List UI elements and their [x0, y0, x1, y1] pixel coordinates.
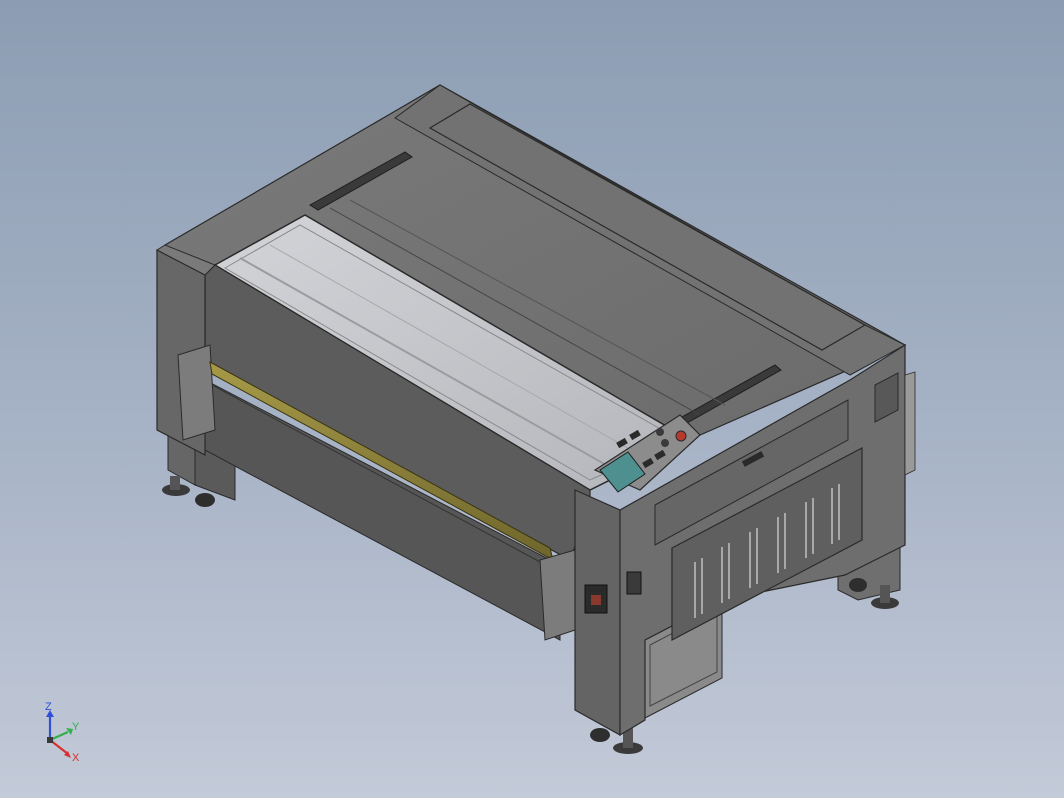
emergency-stop-button[interactable]	[675, 430, 687, 442]
coordinate-triad: Z Y X	[45, 701, 80, 764]
left-roller-bracket	[177, 344, 216, 441]
cad-viewport[interactable]: Z Y X	[0, 0, 1064, 798]
switch-panel[interactable]	[626, 571, 642, 595]
machine-model[interactable]	[0, 0, 1064, 798]
x-axis-label: X	[72, 752, 80, 764]
right-roller-bracket	[539, 549, 576, 641]
y-axis-label: Y	[72, 721, 80, 733]
z-axis-label: Z	[45, 701, 52, 713]
side-exhaust-bracket	[904, 371, 916, 476]
